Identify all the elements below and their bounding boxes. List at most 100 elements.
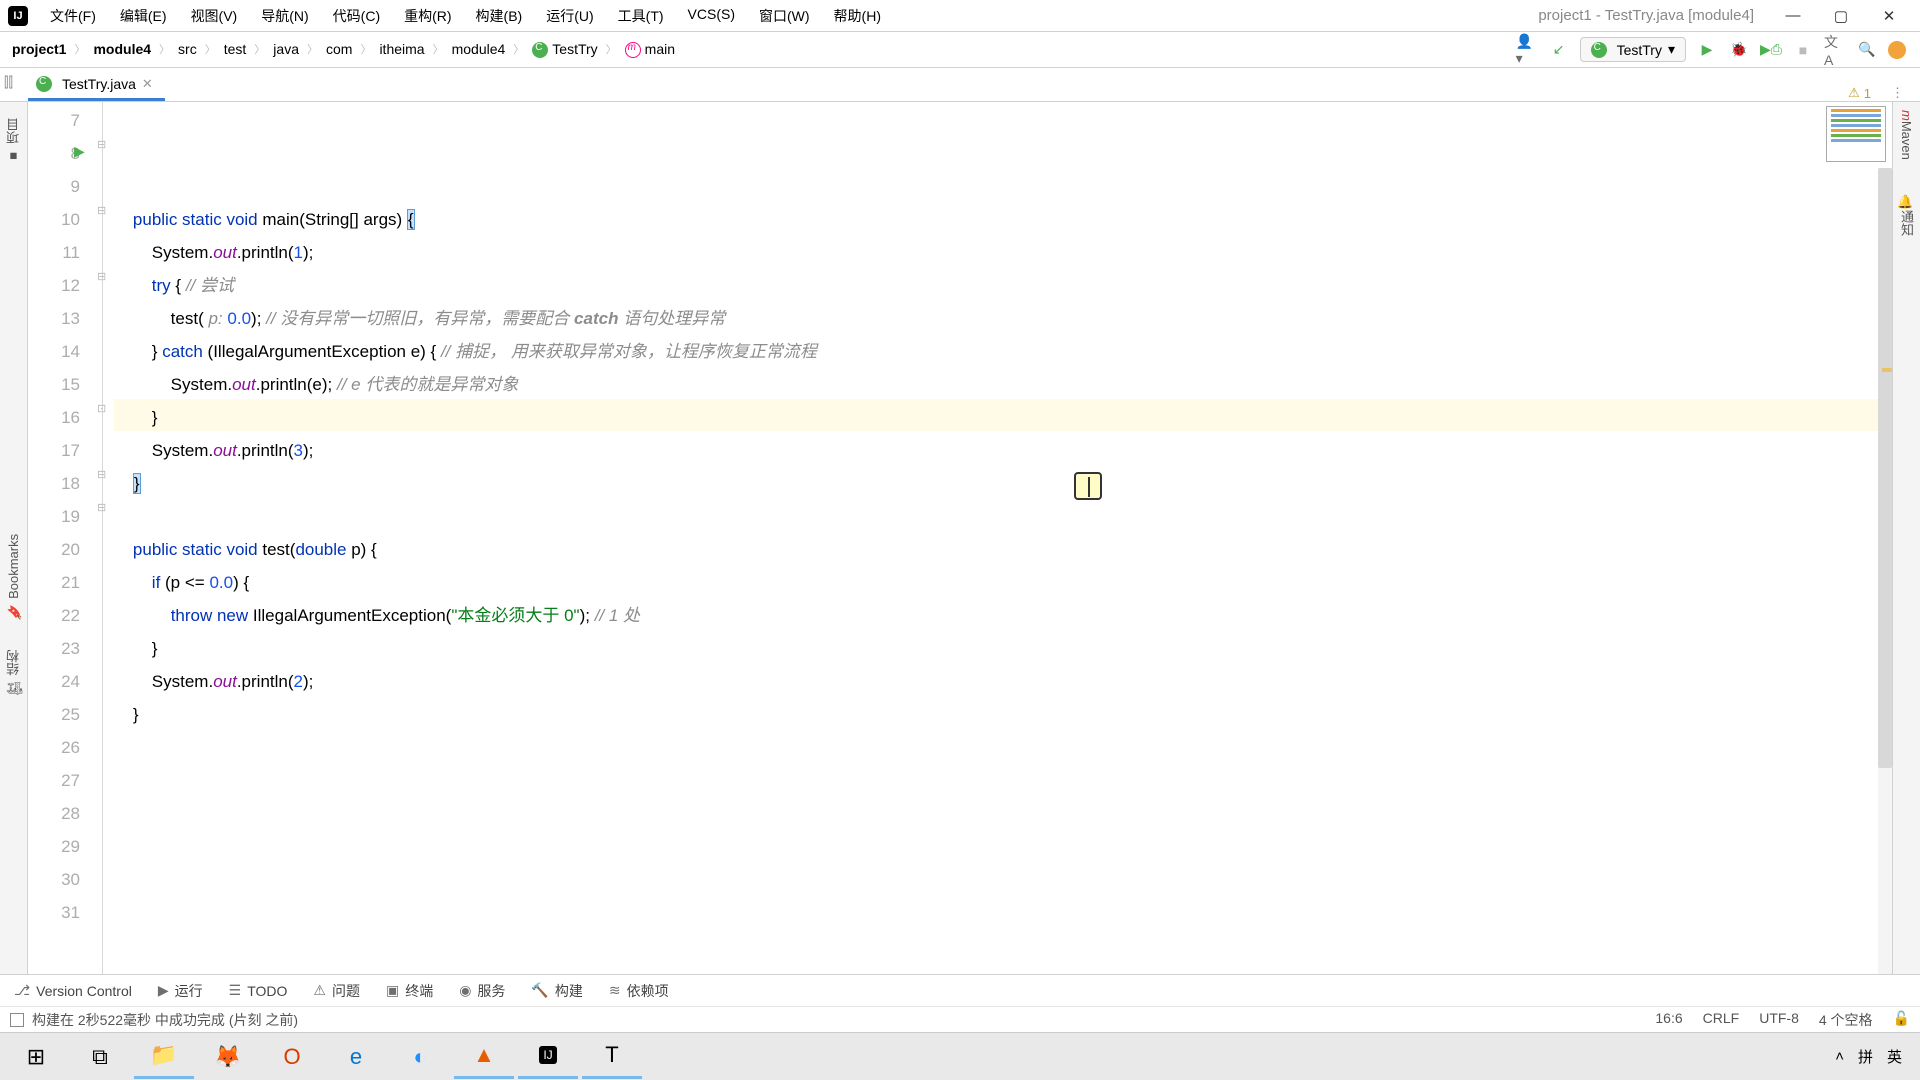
edge-button[interactable]: e [326,1035,386,1079]
crumb-module4[interactable]: module4 [87,39,157,59]
indent-info[interactable]: 4 个空格 [1819,1010,1873,1030]
explorer-button[interactable]: 📁 [134,1035,194,1079]
fold-icon[interactable]: ⊟ [97,501,106,514]
project-toggle-icon[interactable]: ⫿⫿ [4,74,13,91]
code-minimap[interactable] [1826,106,1886,162]
fold-icon[interactable]: ⊟ [97,270,106,283]
line-14[interactable]: 14 [28,335,80,368]
deps-tool[interactable]: ≋依赖项 [609,981,669,1001]
stop-button[interactable]: ■ [1792,39,1814,61]
line-16[interactable]: 16 [28,401,80,434]
menu-view[interactable]: 视图(V) [183,4,246,28]
line-27[interactable]: 27 [28,764,80,797]
notify-tool[interactable]: 🔔通知 [1897,194,1916,236]
task-view-button[interactable]: ⧉ [70,1035,130,1079]
more-icon[interactable]: ⋮ [1891,85,1904,101]
line-8[interactable]: 8▶ [28,137,80,170]
line-7[interactable]: 7 [28,104,80,137]
text-app-button[interactable]: T [582,1035,642,1079]
crumb-project1[interactable]: project1 [6,39,72,59]
run-config-selector[interactable]: TestTry ▾ [1580,37,1686,62]
menu-run[interactable]: 运行(U) [538,4,601,28]
line-10[interactable]: 10 [28,203,80,236]
crumb-method[interactable]: main [619,39,681,60]
line-gutter[interactable]: 7 8▶ 9 10 11 12 13 14 15 16 17 18 19 20 … [28,102,94,974]
line-31[interactable]: 31 [28,896,80,929]
run-button[interactable]: ▶ [1696,39,1718,61]
crumb-itheima[interactable]: itheima [373,39,430,59]
problems-tool[interactable]: ⚠问题 [313,981,360,1001]
line-22[interactable]: 22 [28,599,80,632]
line-21[interactable]: 21 [28,566,80,599]
source-code[interactable]: public static void main(String[] args) {… [114,203,1892,731]
code-area[interactable]: public static void main(String[] args) {… [114,102,1892,974]
line-29[interactable]: 29 [28,830,80,863]
line-9[interactable]: 9 [28,170,80,203]
vcs-tool[interactable]: ⎇Version Control [14,982,132,999]
line-28[interactable]: 28 [28,797,80,830]
fold-icon[interactable]: ⊟ [97,204,106,217]
fold-icon[interactable]: ⊟ [97,468,106,481]
inspection-badge[interactable]: ⚠ 1 ⋮ [1848,85,1914,101]
tray-chevron-icon[interactable]: ˄ [1835,1048,1844,1065]
menu-nav[interactable]: 导航(N) [253,4,316,28]
search-icon[interactable]: 🔍 [1856,39,1878,61]
terminal-tool[interactable]: ▣终端 [386,981,433,1001]
todo-tool[interactable]: ☰TODO [229,982,288,999]
crumb-class[interactable]: TestTry [526,39,603,60]
status-square-icon[interactable] [10,1013,24,1027]
line-17[interactable]: 17 [28,434,80,467]
fold-icon[interactable]: ⊡ [97,402,106,415]
close-button[interactable]: ✕ [1866,1,1912,31]
line-separator[interactable]: CRLF [1703,1010,1740,1030]
line-23[interactable]: 23 [28,632,80,665]
fold-icon[interactable]: ⊟ [97,138,106,151]
office-button[interactable]: O [262,1035,322,1079]
ime-lang[interactable]: 英 [1887,1046,1902,1067]
ime-pinyin[interactable]: 拼 [1858,1046,1873,1067]
line-19[interactable]: 19 [28,500,80,533]
crumb-test[interactable]: test [218,39,253,59]
line-25[interactable]: 25 [28,698,80,731]
menu-edit[interactable]: 编辑(E) [112,4,175,28]
line-18[interactable]: 18 [28,467,80,500]
line-12[interactable]: 12 [28,269,80,302]
line-13[interactable]: 13 [28,302,80,335]
crumb-module4b[interactable]: module4 [446,39,512,59]
crumb-java[interactable]: java [267,39,305,59]
intellij-button[interactable]: IJ [518,1035,578,1079]
run-gutter-icon[interactable]: ▶ [74,135,85,168]
bookmarks-tool[interactable]: 🔖Bookmarks [6,534,21,620]
menu-code[interactable]: 代码(C) [325,4,388,28]
settings-sync-icon[interactable] [1888,41,1906,59]
vlc-button[interactable]: ▲ [454,1035,514,1079]
menu-file[interactable]: 文件(F) [42,4,104,28]
fold-column[interactable]: ⊟ ⊟ ⊟ ⊡ ⊟ ⊟ [94,102,114,974]
crumb-com[interactable]: com [320,39,358,59]
project-tool[interactable]: ■项目 [4,118,23,164]
readonly-lock-icon[interactable]: 🔓 [1893,1010,1910,1030]
debug-button[interactable]: 🐞 [1728,39,1750,61]
line-20[interactable]: 20 [28,533,80,566]
menu-vcs[interactable]: VCS(S) [680,4,743,28]
close-tab-icon[interactable]: ✕ [142,76,153,92]
line-11[interactable]: 11 [28,236,80,269]
start-button[interactable]: ⊞ [6,1035,66,1079]
run-tool[interactable]: ▶运行 [158,981,203,1001]
firefox-button[interactable]: 🦊 [198,1035,258,1079]
minimize-button[interactable]: — [1770,1,1816,31]
file-encoding[interactable]: UTF-8 [1759,1010,1799,1030]
maximize-button[interactable]: ▢ [1818,1,1864,31]
crumb-src[interactable]: src [172,39,203,59]
services-tool[interactable]: ◉服务 [459,981,505,1001]
user-icon[interactable]: 👤▾ [1516,39,1538,61]
structure-tool[interactable]: 🏗结构 [4,650,23,698]
menu-win[interactable]: 窗口(W) [751,4,818,28]
translate-icon[interactable]: 文A [1824,39,1846,61]
line-15[interactable]: 15 [28,368,80,401]
caret-position[interactable]: 16:6 [1655,1010,1682,1030]
line-30[interactable]: 30 [28,863,80,896]
maven-tool[interactable]: mMaven [1899,110,1914,160]
tab-TestTry[interactable]: TestTry.java ✕ [28,70,165,101]
line-26[interactable]: 26 [28,731,80,764]
